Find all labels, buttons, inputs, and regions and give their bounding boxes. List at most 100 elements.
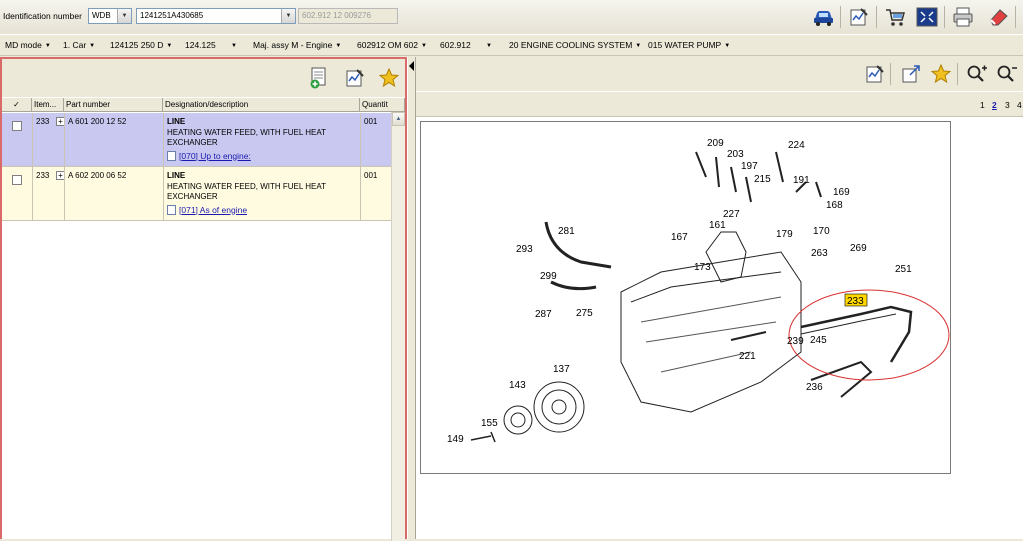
chevron-down-icon: ▼ — [89, 43, 96, 49]
nav-model[interactable]: 124125 250 D ▼ — [110, 40, 172, 50]
parts-list-scrollbar[interactable]: ▲ — [391, 112, 405, 541]
car-search-icon[interactable] — [812, 6, 834, 28]
toolbar-divider — [1015, 6, 1016, 28]
nav-blank-2[interactable]: ▼ — [483, 40, 492, 50]
vin-prefix-value: WDB — [92, 11, 111, 20]
chevron-down-icon: ▼ — [166, 43, 173, 49]
nav-group[interactable]: 20 ENGINE COOLING SYSTEM ▼ — [509, 40, 641, 50]
row-checkbox[interactable] — [12, 121, 22, 131]
page-link-2[interactable]: 2 — [992, 100, 997, 110]
favorite-star-icon[interactable] — [930, 63, 952, 85]
nav-engine[interactable]: 602912 OM 602 ▼ — [357, 40, 427, 50]
callout-label: 239 — [787, 336, 804, 347]
column-divider — [32, 167, 33, 221]
vin-input[interactable]: 1241251A430685 ▼ — [136, 8, 296, 24]
add-to-list-icon[interactable] — [308, 67, 330, 89]
callout-label: 269 — [850, 243, 867, 254]
column-quantity[interactable]: Quantit — [360, 98, 405, 112]
engine-number-value: 602.912 12 009276 — [302, 11, 371, 20]
collapse-left-icon[interactable] — [409, 61, 414, 71]
chevron-down-icon: ▼ — [44, 43, 51, 49]
illustration-pager: 1 2 3 4 — [416, 91, 1023, 117]
chevron-down-icon[interactable]: ▼ — [281, 9, 295, 23]
footnote-link[interactable]: [070] Up to engine: — [167, 151, 357, 162]
nav-model-variant[interactable]: 124.125 — [185, 40, 216, 50]
fit-view-icon[interactable] — [916, 6, 938, 28]
column-divider — [163, 167, 164, 221]
zoom-in-icon[interactable] — [966, 63, 988, 85]
callout-label: 275 — [576, 308, 593, 319]
hose-275-drawing — [550, 280, 597, 291]
table-row[interactable]: 233 + A 602 200 06 52 LINE HEATING WATER… — [2, 167, 391, 221]
column-item[interactable]: Item... — [32, 98, 64, 112]
model-breadcrumb-bar: MD mode ▼ 1. Car ▼ 124125 250 D ▼ 124.125 ▼… — [0, 34, 1023, 56]
callout-label: 161 — [709, 220, 726, 231]
nav-blank-1[interactable]: ▼ — [228, 40, 237, 50]
exploded-view-illustration[interactable]: 233 209 224 203 197 215 191 169 168 170 … — [420, 121, 951, 474]
bolt-221-drawing — [730, 331, 767, 341]
engine-number-field: 602.912 12 009276 — [298, 8, 398, 24]
nav-subgroup[interactable]: 015 WATER PUMP ▼ — [648, 40, 730, 50]
callout-label: 287 — [535, 309, 552, 320]
callout-label: 215 — [754, 174, 771, 185]
footnote-link-text: [070] Up to engine: — [179, 150, 251, 161]
page-link-3[interactable]: 3 — [1005, 100, 1010, 110]
callout-label: 170 — [813, 226, 830, 237]
eraser-icon[interactable] — [988, 6, 1010, 28]
nav-md-mode[interactable]: MD mode ▼ — [5, 40, 51, 50]
toolbar-divider — [876, 6, 877, 28]
designation-description: HEATING WATER FEED, WITH FUEL HEAT EXCHA… — [167, 181, 326, 202]
pane-splitter[interactable] — [407, 57, 416, 539]
edit-note-icon[interactable] — [344, 67, 366, 89]
column-part-number[interactable]: Part number — [64, 98, 163, 112]
callout-label: 173 — [694, 262, 711, 273]
favorite-star-icon[interactable] — [378, 67, 400, 89]
highlight-label: 233 — [847, 296, 864, 307]
quantity: 001 — [364, 117, 378, 126]
column-designation[interactable]: Designation/description — [163, 98, 360, 112]
vin-prefix-select[interactable]: WDB ▼ — [88, 8, 132, 24]
document-icon — [167, 204, 176, 215]
callout-label: 245 — [810, 335, 827, 346]
edit-note-icon[interactable] — [864, 63, 886, 85]
toolbar-divider — [840, 6, 841, 28]
callout-label: 155 — [481, 418, 498, 429]
chevron-down-icon: ▼ — [486, 43, 492, 49]
quantity: 001 — [364, 171, 378, 180]
column-divider — [32, 113, 33, 167]
callout-label: 167 — [671, 232, 688, 243]
designation-cell: LINE HEATING WATER FEED, WITH FUEL HEAT … — [167, 117, 357, 161]
page-link-4[interactable]: 4 — [1017, 100, 1022, 110]
callout-label: 224 — [788, 140, 805, 151]
table-row[interactable]: 233 + A 601 200 12 52 LINE HEATING WATER… — [2, 113, 391, 167]
nav-major-assembly[interactable]: Maj. assy M - Engine ▼ — [253, 40, 341, 50]
callout-label: 203 — [727, 149, 744, 160]
column-divider — [360, 167, 361, 221]
resize-icon[interactable] — [900, 63, 922, 85]
nav-engine-variant[interactable]: 602.912 — [440, 40, 471, 50]
callout-label: 179 — [776, 229, 793, 240]
callout-label: 281 — [558, 226, 575, 237]
row-checkbox[interactable] — [12, 175, 22, 185]
column-check[interactable]: ✓ — [2, 98, 32, 112]
edit-note-icon[interactable] — [848, 6, 870, 28]
illustration-pane: 1 2 3 4 233 209 224 203 197 215 191 169 … — [416, 57, 1023, 539]
nav-vehicle-type[interactable]: 1. Car ▼ — [63, 40, 95, 50]
footnote-link[interactable]: [071] As of engine — [167, 205, 357, 216]
toolbar-divider — [957, 63, 958, 85]
zoom-out-icon[interactable] — [996, 63, 1018, 85]
callout-label: 236 — [806, 382, 823, 393]
callout-label: 197 — [741, 161, 758, 172]
cart-icon[interactable] — [884, 6, 906, 28]
print-icon[interactable] — [952, 6, 974, 28]
toolbar-divider — [944, 6, 945, 28]
part-number: A 601 200 12 52 — [68, 117, 127, 126]
toolbar-divider — [890, 63, 891, 85]
scroll-up-icon[interactable]: ▲ — [392, 112, 405, 126]
page-link-1[interactable]: 1 — [980, 100, 985, 110]
illustration-toolbar — [416, 57, 1023, 91]
designation-title: LINE — [167, 171, 186, 180]
item-number: 233 — [36, 117, 50, 126]
callout-label: 263 — [811, 248, 828, 259]
chevron-down-icon[interactable]: ▼ — [117, 9, 131, 23]
